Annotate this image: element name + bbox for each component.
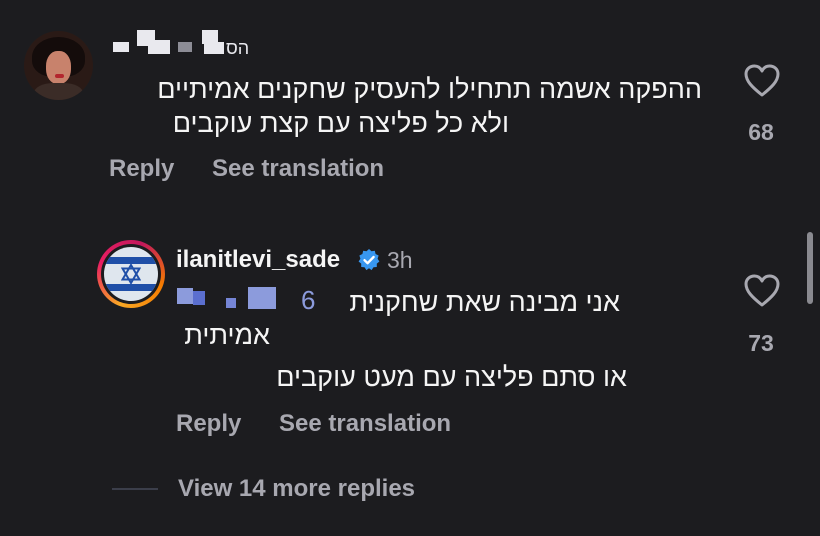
view-more-replies-button[interactable]: View 14 more replies [178, 475, 415, 503]
comment-line: או סתם פליצה עם מעט עוקבים [276, 362, 627, 392]
avatar[interactable] [97, 240, 165, 308]
heart-outline-icon[interactable] [744, 274, 780, 308]
israel-flag-icon [104, 247, 158, 301]
comment-timestamp: 3h [387, 247, 413, 273]
replies-divider [112, 488, 158, 490]
like-count: 68 [748, 119, 774, 145]
scrollbar[interactable] [807, 232, 813, 304]
avatar-face [46, 51, 71, 84]
comment-line: אני מבינה שאת שחקנית [349, 287, 620, 317]
mention-suffix[interactable]: 6 [301, 285, 315, 316]
username-partial: הס [226, 38, 250, 58]
comment-line: ההפקה אשמה תתחילו להעסיק שחקנים אמיתיים [157, 74, 702, 104]
see-translation-button[interactable]: See translation [212, 155, 384, 183]
see-translation-button[interactable]: See translation [279, 410, 451, 438]
reply-button[interactable]: Reply [109, 155, 174, 183]
avatar-lips [55, 74, 64, 78]
heart-outline-icon[interactable] [744, 64, 780, 98]
avatar[interactable] [24, 31, 93, 100]
comment-line: אמיתית [184, 320, 270, 350]
like-count: 73 [748, 330, 774, 356]
reply-button[interactable]: Reply [176, 410, 241, 438]
verified-badge-icon [358, 249, 380, 271]
comment-line: ולא כל פליצה עם קצת עוקבים [172, 108, 509, 138]
avatar-body [34, 83, 83, 100]
comment-username[interactable]: ilanitlevi_sade [176, 246, 340, 274]
